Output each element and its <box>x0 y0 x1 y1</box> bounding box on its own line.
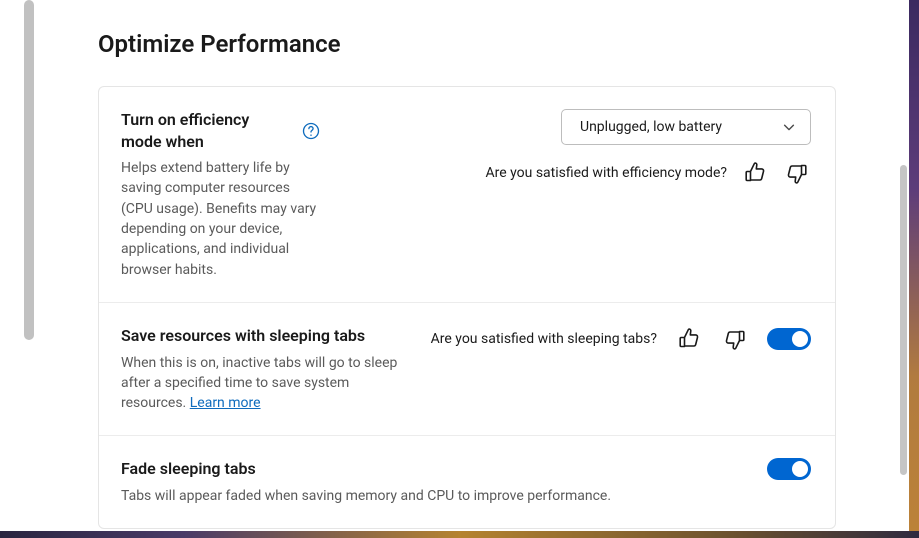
fade-tabs-toggle[interactable] <box>767 458 811 480</box>
dropdown-value: Unplugged, low battery <box>580 119 722 135</box>
setting-controls <box>681 458 811 480</box>
feedback-prompt: Are you satisfied with efficiency mode? <box>485 165 727 181</box>
sleeping-tabs-toggle[interactable] <box>767 328 811 350</box>
setting-fade-sleeping-tabs: Fade sleeping tabs Tabs will appear fade… <box>99 436 835 528</box>
setting-controls: Unplugged, low battery Are you satisfied… <box>341 109 811 187</box>
settings-content: Optimize Performance Turn on efficiency … <box>0 0 836 529</box>
setting-description: When this is on, inactive tabs will go t… <box>121 353 401 414</box>
setting-efficiency-mode: Turn on efficiency mode when Helps exten… <box>99 87 835 303</box>
section-heading: Optimize Performance <box>98 30 836 58</box>
setting-controls: Are you satisfied with sleeping tabs? <box>421 325 811 353</box>
setting-title-line: Turn on efficiency mode when <box>121 109 321 152</box>
setting-info: Fade sleeping tabs Tabs will appear fade… <box>121 458 661 506</box>
setting-title: Fade sleeping tabs <box>121 458 661 480</box>
setting-info: Turn on efficiency mode when Helps exten… <box>121 109 321 280</box>
help-icon[interactable] <box>301 121 321 141</box>
settings-card: Turn on efficiency mode when Helps exten… <box>98 86 836 529</box>
thumbs-up-button[interactable] <box>675 325 703 353</box>
toggle-knob <box>792 331 808 347</box>
setting-description: Helps extend battery life by saving comp… <box>121 158 321 280</box>
learn-more-link[interactable]: Learn more <box>190 395 261 411</box>
toggle-knob <box>792 461 808 477</box>
page-scrollbar-thumb[interactable] <box>24 0 34 340</box>
background-decoration-bottom <box>0 531 919 538</box>
setting-description: Tabs will appear faded when saving memor… <box>121 486 661 506</box>
chevron-down-icon <box>782 120 796 134</box>
thumbs-down-button[interactable] <box>721 325 749 353</box>
feedback-prompt: Are you satisfied with sleeping tabs? <box>431 331 657 347</box>
thumbs-down-button[interactable] <box>783 159 811 187</box>
feedback-row: Are you satisfied with efficiency mode? <box>485 159 811 187</box>
background-decoration-right <box>909 0 919 538</box>
thumbs-up-button[interactable] <box>741 159 769 187</box>
panel-scrollbar-thumb[interactable] <box>900 165 907 475</box>
setting-sleeping-tabs: Save resources with sleeping tabs When t… <box>99 303 835 436</box>
efficiency-mode-dropdown[interactable]: Unplugged, low battery <box>561 109 811 145</box>
setting-info: Save resources with sleeping tabs When t… <box>121 325 401 413</box>
setting-title: Turn on efficiency mode when <box>121 109 291 152</box>
setting-title: Save resources with sleeping tabs <box>121 325 401 347</box>
